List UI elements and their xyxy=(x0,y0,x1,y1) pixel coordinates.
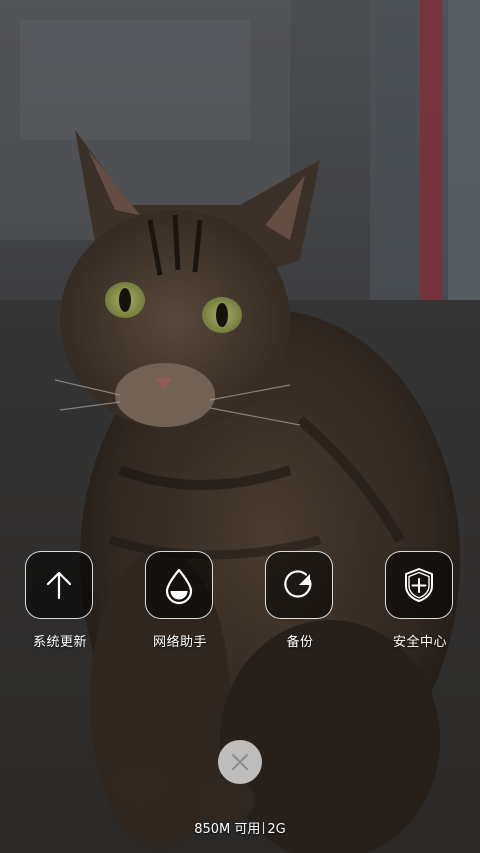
wallpaper-dim-overlay xyxy=(0,0,480,853)
recent-apps-screen: 系统更新 网络助手 备份 安全中心 850M 可用 2G xyxy=(0,0,480,853)
close-icon xyxy=(232,754,248,770)
memory-total: 2G xyxy=(267,822,286,837)
close-button[interactable] xyxy=(218,740,262,784)
backup-button[interactable]: 备份 xyxy=(250,551,350,661)
security-center-button[interactable]: 安全中心 xyxy=(370,551,470,661)
system-update-tile[interactable] xyxy=(25,551,93,619)
arrow-up-icon xyxy=(46,571,72,600)
system-update-button[interactable]: 系统更新 xyxy=(10,551,110,661)
backup-refresh-icon xyxy=(284,570,312,598)
memory-available: 850M 可用 xyxy=(194,822,261,837)
system-update-label: 系统更新 xyxy=(32,635,87,650)
backup-label: 备份 xyxy=(286,635,314,650)
memory-divider xyxy=(263,822,265,834)
quick-actions-row: 系统更新 网络助手 备份 安全中心 xyxy=(0,551,480,661)
memory-status: 850M 可用 2G xyxy=(0,818,480,837)
network-assistant-label: 网络助手 xyxy=(152,635,207,650)
water-drop-icon xyxy=(165,568,193,605)
shield-plus-icon xyxy=(405,568,433,602)
security-center-label: 安全中心 xyxy=(392,635,447,650)
security-center-tile[interactable] xyxy=(385,551,453,619)
backup-tile[interactable] xyxy=(265,551,333,619)
network-assistant-button[interactable]: 网络助手 xyxy=(130,551,230,661)
network-assistant-tile[interactable] xyxy=(145,551,213,619)
